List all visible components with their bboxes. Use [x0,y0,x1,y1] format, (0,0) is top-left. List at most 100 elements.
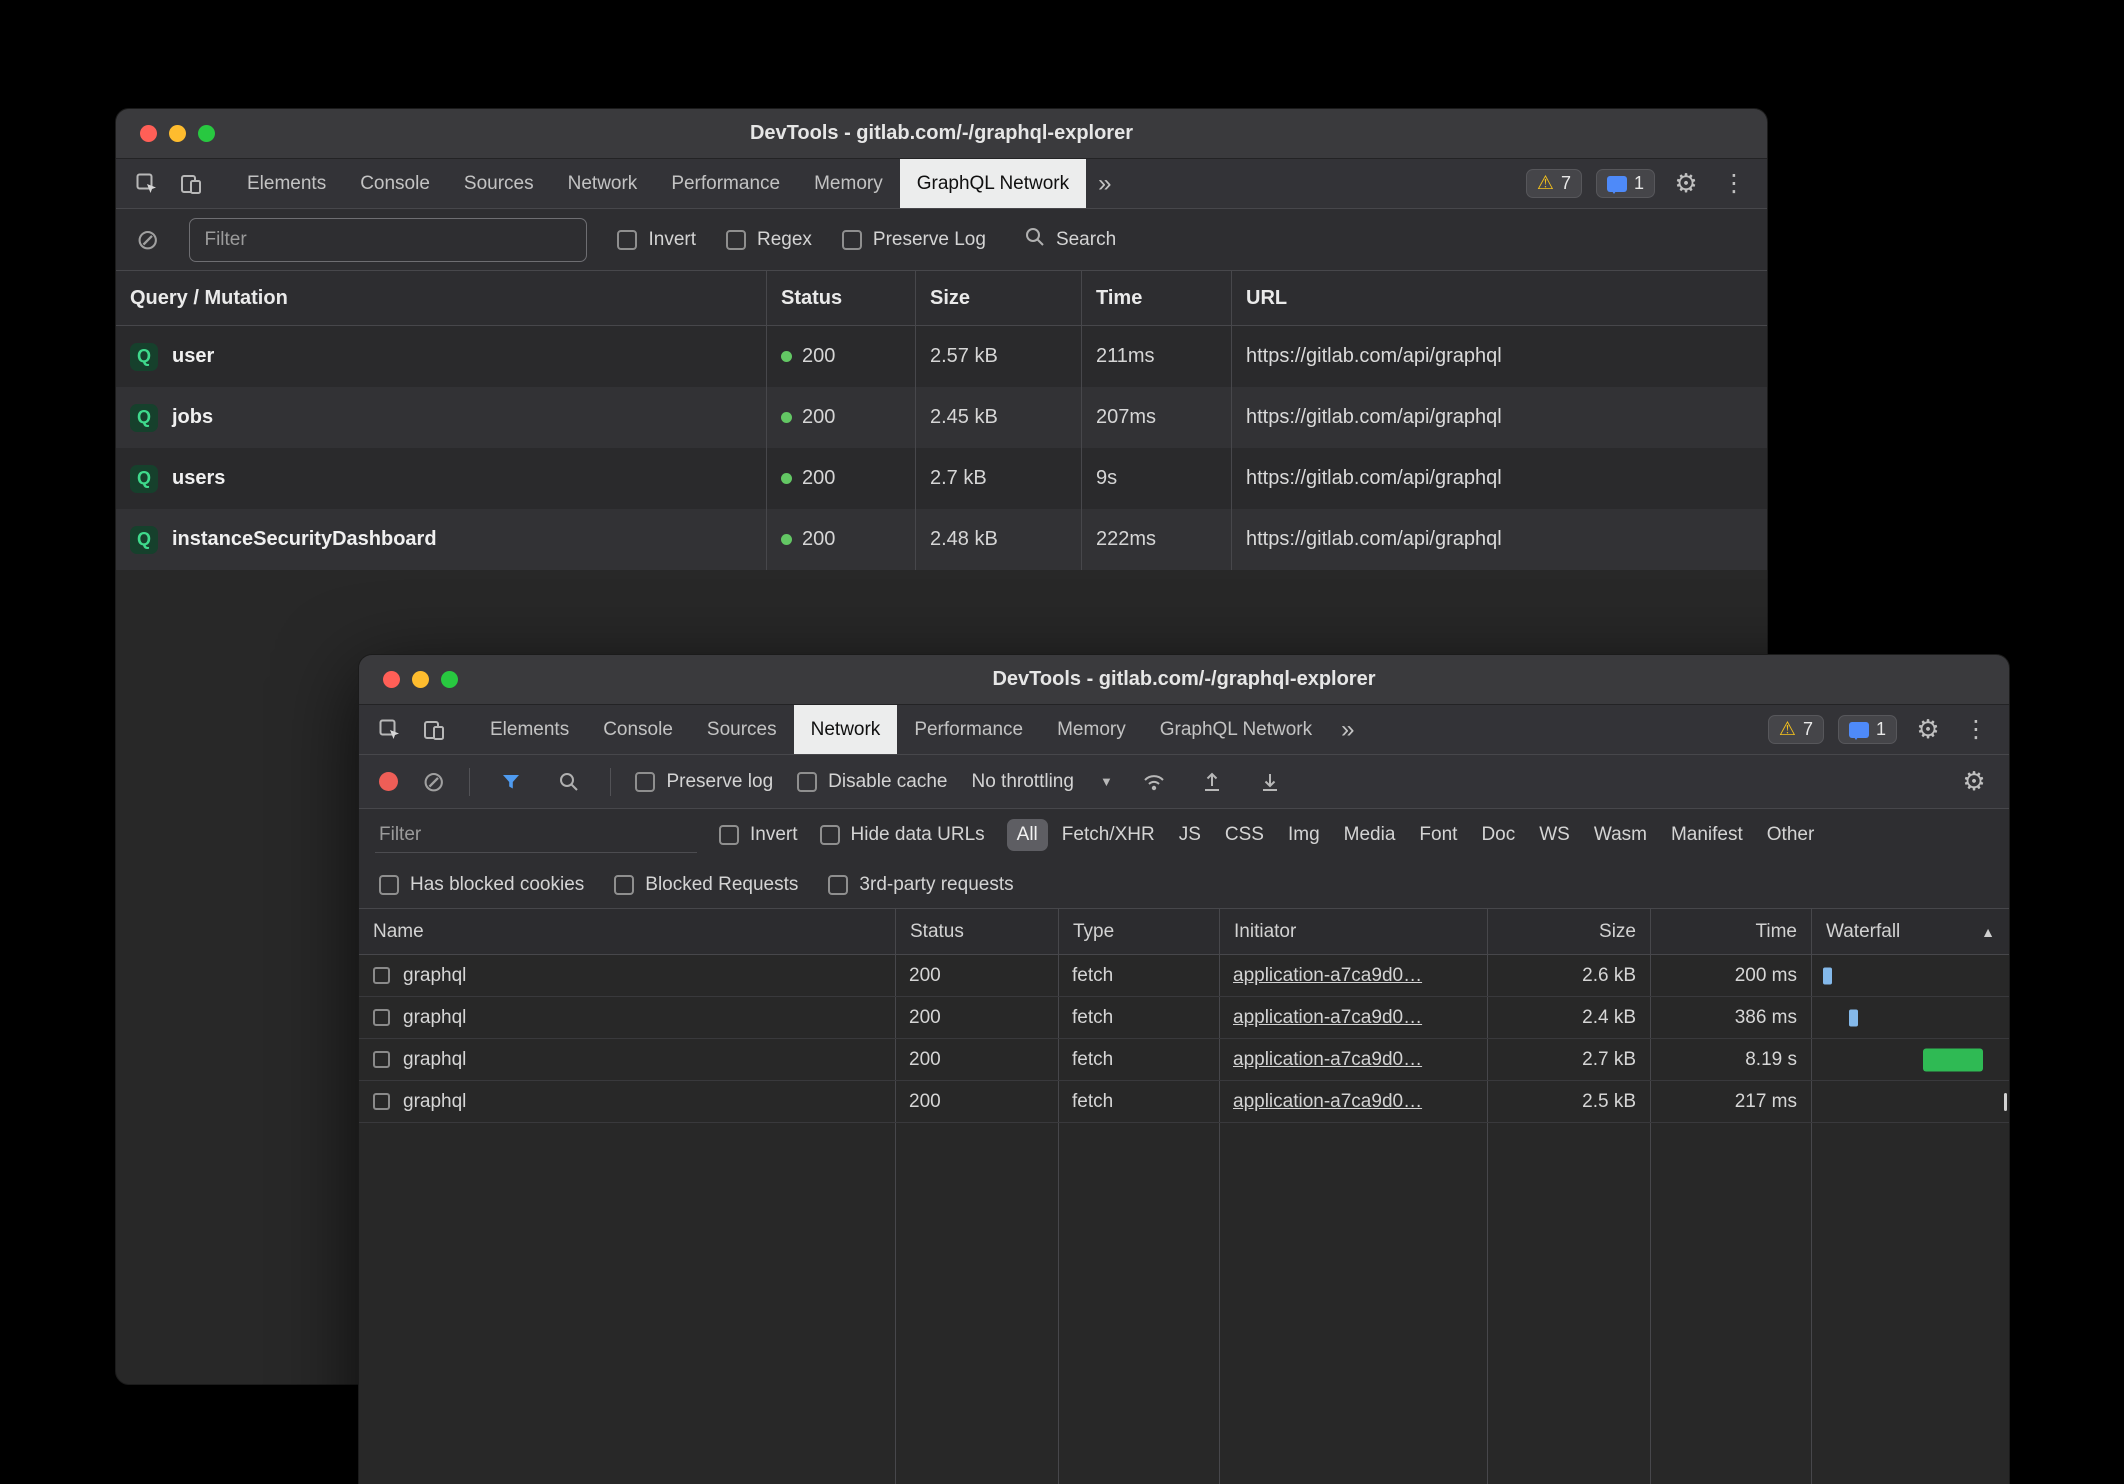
tab-graphql-network[interactable]: GraphQL Network [1143,705,1329,754]
tab-memory[interactable]: Memory [797,159,900,208]
initiator-link[interactable]: application-a7ca9d0… [1233,1091,1422,1113]
disable-cache-checkbox[interactable]: Disable cache [797,771,947,793]
export-har-icon[interactable] [1253,765,1287,799]
zoom-button[interactable] [441,671,458,688]
column-header-query-mutation[interactable]: Query / Mutation [116,271,766,325]
tab-console[interactable]: Console [586,705,690,754]
filter-pill-ws[interactable]: WS [1529,819,1580,851]
tab-sources[interactable]: Sources [447,159,551,208]
request-row[interactable]: graphql 200 fetch application-a7ca9d0… 2… [359,1081,2009,1123]
query-row[interactable]: Q user 200 2.57 kB 211ms https://gitlab.… [116,326,1767,387]
tab-performance[interactable]: Performance [897,705,1040,754]
row-checkbox[interactable] [373,1009,390,1026]
inspect-icon[interactable] [130,167,164,201]
query-row[interactable]: Q users 200 2.7 kB 9s https://gitlab.com… [116,448,1767,509]
request-row[interactable]: graphql 200 fetch application-a7ca9d0… 2… [359,955,2009,997]
query-row[interactable]: Q jobs 200 2.45 kB 207ms https://gitlab.… [116,387,1767,448]
filter-pill-media[interactable]: Media [1334,819,1406,851]
device-toolbar-icon[interactable] [417,713,451,747]
filter-pill-manifest[interactable]: Manifest [1661,819,1753,851]
filter-pill-font[interactable]: Font [1409,819,1467,851]
checkbox-label: Preserve log [666,771,773,793]
row-checkbox[interactable] [373,967,390,984]
filter-input[interactable] [189,218,587,262]
hide-data-urls-checkbox[interactable]: Hide data URLs [820,824,985,846]
initiator-link[interactable]: application-a7ca9d0… [1233,965,1422,987]
filter-pill-wasm[interactable]: Wasm [1584,819,1657,851]
filter-pill-doc[interactable]: Doc [1471,819,1525,851]
filter-pill-js[interactable]: JS [1169,819,1211,851]
tab-sources[interactable]: Sources [690,705,794,754]
row-checkbox[interactable] [373,1093,390,1110]
invert-checkbox[interactable]: Invert [719,824,798,846]
warnings-badge[interactable]: ⚠ 7 [1768,715,1824,744]
filter-input[interactable] [375,818,697,853]
preserve-log-checkbox[interactable]: Preserve Log [842,229,986,251]
more-tabs-icon[interactable]: » [1329,705,1366,754]
column-header-size[interactable]: Size [915,271,1081,325]
network-settings-gear-icon[interactable]: ⚙ [1957,765,1991,799]
filter-funnel-icon[interactable] [494,765,528,799]
column-header-waterfall[interactable]: Waterfall ▲ [1811,909,2009,954]
filter-pill-css[interactable]: CSS [1215,819,1274,851]
filter-pill-all[interactable]: All [1007,819,1048,851]
search-toggle[interactable]: Search [1024,226,1116,254]
blocked-requests-checkbox[interactable]: Blocked Requests [614,874,798,896]
search-icon[interactable] [552,765,586,799]
column-header-size[interactable]: Size [1487,909,1650,954]
clear-icon[interactable]: ⊘ [422,768,445,796]
minimize-button[interactable] [412,671,429,688]
preserve-log-checkbox[interactable]: Preserve log [635,771,773,793]
kebab-menu-icon[interactable]: ⋮ [1959,713,1993,747]
query-row[interactable]: Q instanceSecurityDashboard 200 2.48 kB … [116,509,1767,570]
inspect-icon[interactable] [373,713,407,747]
tab-console[interactable]: Console [343,159,447,208]
close-button[interactable] [383,671,400,688]
initiator-link[interactable]: application-a7ca9d0… [1233,1007,1422,1029]
device-toolbar-icon[interactable] [174,167,208,201]
network-conditions-icon[interactable] [1137,765,1171,799]
tab-network[interactable]: Network [794,705,898,754]
column-header-status[interactable]: Status [895,909,1058,954]
throttling-select[interactable]: No throttling ▼ [971,771,1112,793]
column-header-type[interactable]: Type [1058,909,1219,954]
column-header-url[interactable]: URL [1231,271,1767,325]
filter-pill-fetch-xhr[interactable]: Fetch/XHR [1052,819,1165,851]
initiator-link[interactable]: application-a7ca9d0… [1233,1049,1422,1071]
request-row[interactable]: graphql 200 fetch application-a7ca9d0… 2… [359,1039,2009,1081]
invert-checkbox[interactable]: Invert [617,229,696,251]
filter-pill-other[interactable]: Other [1757,819,1825,851]
column-header-time[interactable]: Time [1650,909,1811,954]
kebab-menu-icon[interactable]: ⋮ [1717,167,1751,201]
row-checkbox[interactable] [373,1051,390,1068]
titlebar[interactable]: DevTools - gitlab.com/-/graphql-explorer [359,655,2009,705]
more-tabs-icon[interactable]: » [1086,159,1123,208]
request-row[interactable]: graphql 200 fetch application-a7ca9d0… 2… [359,997,2009,1039]
column-header-initiator[interactable]: Initiator [1219,909,1487,954]
third-party-requests-checkbox[interactable]: 3rd-party requests [828,874,1013,896]
minimize-button[interactable] [169,125,186,142]
titlebar[interactable]: DevTools - gitlab.com/-/graphql-explorer [116,109,1767,159]
tab-network[interactable]: Network [551,159,655,208]
regex-checkbox[interactable]: Regex [726,229,812,251]
tab-performance[interactable]: Performance [654,159,797,208]
tab-memory[interactable]: Memory [1040,705,1143,754]
has-blocked-cookies-checkbox[interactable]: Has blocked cookies [379,874,584,896]
column-header-name[interactable]: Name [359,909,895,954]
filter-pill-img[interactable]: Img [1278,819,1330,851]
tab-elements[interactable]: Elements [473,705,586,754]
warnings-badge[interactable]: ⚠ 7 [1526,169,1582,198]
clear-icon[interactable]: ⊘ [136,226,159,254]
close-button[interactable] [140,125,157,142]
column-header-time[interactable]: Time [1081,271,1231,325]
tab-graphql-network[interactable]: GraphQL Network [900,159,1086,208]
import-har-icon[interactable] [1195,765,1229,799]
zoom-button[interactable] [198,125,215,142]
settings-gear-icon[interactable]: ⚙ [1911,713,1945,747]
settings-gear-icon[interactable]: ⚙ [1669,167,1703,201]
tab-elements[interactable]: Elements [230,159,343,208]
messages-badge[interactable]: 1 [1596,169,1655,198]
record-button[interactable] [379,772,398,791]
column-header-status[interactable]: Status [766,271,915,325]
messages-badge[interactable]: 1 [1838,715,1897,744]
